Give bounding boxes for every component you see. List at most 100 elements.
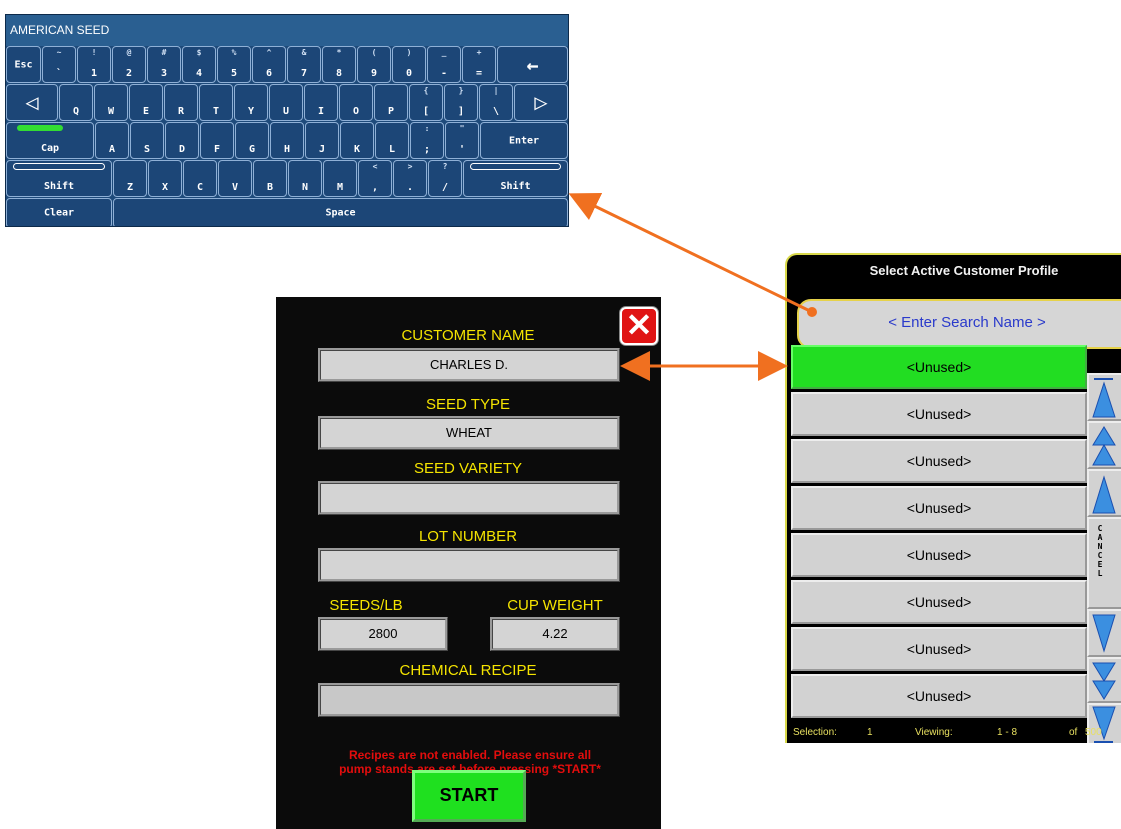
scroll-up-button[interactable] (1087, 469, 1121, 517)
backspace-key[interactable]: ← (497, 46, 568, 83)
esc-key[interactable]: Esc (6, 46, 41, 83)
key-label: 0 (405, 68, 413, 79)
key-shift-label: + (476, 48, 482, 57)
key[interactable]: #3 (147, 46, 181, 83)
shift-left-key[interactable]: Shift (6, 160, 112, 197)
profile-row[interactable]: <Unused> (791, 439, 1087, 483)
key[interactable]: I (304, 84, 338, 121)
key[interactable]: {[ (409, 84, 443, 121)
key[interactable]: C (183, 160, 217, 197)
keyboard-title: AMERICAN SEED (6, 15, 568, 46)
key[interactable]: N (288, 160, 322, 197)
key[interactable]: * 8 (322, 46, 356, 83)
key[interactable]: & 7 (287, 46, 321, 83)
start-button[interactable]: START (412, 770, 526, 822)
key-label: 6 (265, 68, 273, 79)
close-icon[interactable]: ✕ (620, 307, 658, 345)
key-shift-label: } (458, 86, 464, 95)
key[interactable]: " ' (445, 122, 479, 159)
scroll-down-button[interactable] (1087, 609, 1121, 657)
cursor-left-key[interactable]: ◁ (6, 84, 58, 121)
profile-row[interactable]: <Unused> (791, 627, 1087, 671)
key[interactable]: K (340, 122, 374, 159)
key[interactable]: U (269, 84, 303, 121)
key[interactable]: H (270, 122, 304, 159)
profile-row[interactable]: <Unused> (791, 345, 1087, 389)
cancel-button[interactable]: CANCEL (1087, 517, 1121, 609)
profile-row[interactable]: <Unused> (791, 580, 1087, 624)
seeds-per-lb-field[interactable]: 2800 (318, 617, 448, 651)
key[interactable]: Y (234, 84, 268, 121)
customer-name-label: CUSTOMER NAME (401, 327, 535, 344)
profile-row[interactable]: <Unused> (791, 392, 1087, 436)
key[interactable]: >. (393, 160, 427, 197)
key[interactable]: W (94, 84, 128, 121)
enter-key[interactable]: Enter (480, 122, 568, 159)
key[interactable]: ? / (428, 160, 462, 197)
chemical-recipe-label: CHEMICAL RECIPE (399, 662, 537, 679)
key[interactable]: (9 (357, 46, 391, 83)
seed-type-field[interactable]: WHEAT (318, 416, 620, 450)
lot-number-field[interactable] (318, 548, 620, 582)
key[interactable]: D (165, 122, 199, 159)
seed-variety-field[interactable] (318, 481, 620, 515)
left-arrow-icon: ◁ (25, 90, 39, 115)
key[interactable]: @2 (112, 46, 146, 83)
search-name-field[interactable]: < Enter Search Name > (797, 299, 1121, 349)
warning-line-1: Recipes are not enabled. Please ensure a… (348, 748, 592, 762)
key[interactable]: ~ ` (42, 46, 76, 83)
page-down-button[interactable] (1087, 657, 1121, 703)
key[interactable]: A (95, 122, 129, 159)
key[interactable]: :; (410, 122, 444, 159)
key[interactable]: V (218, 160, 252, 197)
page-up-button[interactable] (1087, 421, 1121, 469)
key[interactable]: ) 0 (392, 46, 426, 83)
clear-key[interactable]: Clear (6, 198, 112, 226)
shift-right-key[interactable]: Shift (463, 160, 568, 197)
key[interactable]: R (164, 84, 198, 121)
key[interactable]: <, (358, 160, 392, 197)
key[interactable]: Q (59, 84, 93, 121)
profile-row[interactable]: <Unused> (791, 674, 1087, 718)
key[interactable]: X (148, 160, 182, 197)
key[interactable]: E (129, 84, 163, 121)
caps-lock-key[interactable]: Cap (6, 122, 94, 159)
key-shift-label: ( (371, 48, 377, 57)
key[interactable]: }] (444, 84, 478, 121)
cursor-right-key[interactable]: ▷ (514, 84, 568, 121)
customer-name-value: CHARLES D. (429, 357, 509, 372)
cup-weight-field[interactable]: 4.22 (490, 617, 620, 651)
key[interactable]: L (375, 122, 409, 159)
key[interactable]: M (323, 160, 357, 197)
key[interactable]: O (339, 84, 373, 121)
key-label: 1 (90, 68, 98, 79)
key[interactable]: _ - (427, 46, 461, 83)
space-key[interactable]: Space (113, 198, 568, 226)
key-label: Space (325, 207, 356, 219)
profile-row[interactable]: <Unused> (791, 533, 1087, 577)
arrow-search-to-keyboard (568, 193, 813, 314)
key[interactable]: F (200, 122, 234, 159)
key[interactable]: | \ (479, 84, 513, 121)
key[interactable]: G (235, 122, 269, 159)
customer-name-field[interactable]: CHARLES D. (318, 348, 620, 382)
key-label: L (388, 144, 396, 155)
key[interactable]: P (374, 84, 408, 121)
key[interactable]: S (130, 122, 164, 159)
key[interactable]: T (199, 84, 233, 121)
key-shift-label: | (493, 86, 499, 95)
key-label: M (336, 182, 344, 193)
key[interactable]: $4 (182, 46, 216, 83)
key-label: T (212, 106, 220, 117)
key[interactable]: ! 1 (77, 46, 111, 83)
key[interactable]: B (253, 160, 287, 197)
scroll-top-button[interactable] (1087, 373, 1121, 421)
key[interactable]: + = (462, 46, 496, 83)
key[interactable]: % 5 (217, 46, 251, 83)
chemical-recipe-field[interactable] (318, 683, 620, 717)
profile-row[interactable]: <Unused> (791, 486, 1087, 530)
key[interactable]: Z (113, 160, 147, 197)
key[interactable]: ^ 6 (252, 46, 286, 83)
key[interactable]: J (305, 122, 339, 159)
key-shift-label: < (372, 162, 378, 171)
